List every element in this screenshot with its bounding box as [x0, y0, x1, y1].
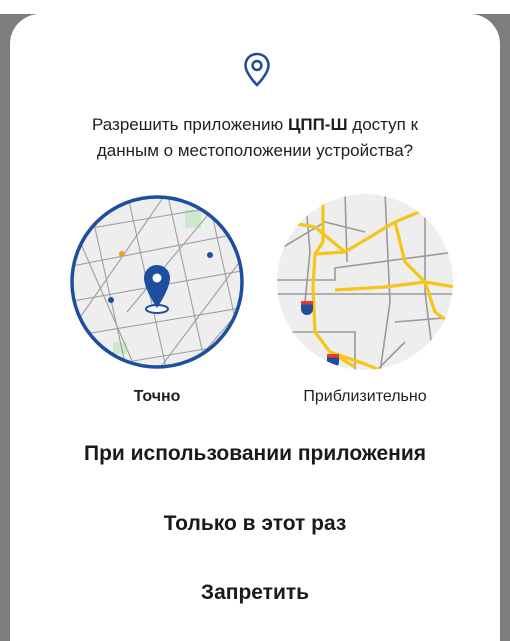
while-using-app-button[interactable]: При использовании приложения — [10, 442, 500, 466]
only-this-time-button[interactable]: Только в этот раз — [10, 512, 500, 536]
precise-map-image — [70, 195, 244, 369]
location-pin-icon — [244, 52, 270, 87]
location-permission-dialog: Разрешить приложению ЦПП-Ш доступ к данн… — [10, 14, 500, 641]
app-name: ЦПП-Ш — [287, 115, 348, 134]
approximate-option-label: Приблизительно — [303, 388, 427, 405]
background-app — [0, 0, 510, 14]
precise-option-label: Точно — [133, 388, 181, 405]
approximate-location-option[interactable]: Приблизительно — [275, 192, 455, 416]
permission-question: Разрешить приложению ЦПП-Ш доступ к данн… — [91, 115, 419, 160]
approximate-map-image — [277, 194, 453, 370]
precise-location-option[interactable]: Точно — [67, 192, 247, 416]
deny-button[interactable]: Запретить — [10, 581, 500, 605]
